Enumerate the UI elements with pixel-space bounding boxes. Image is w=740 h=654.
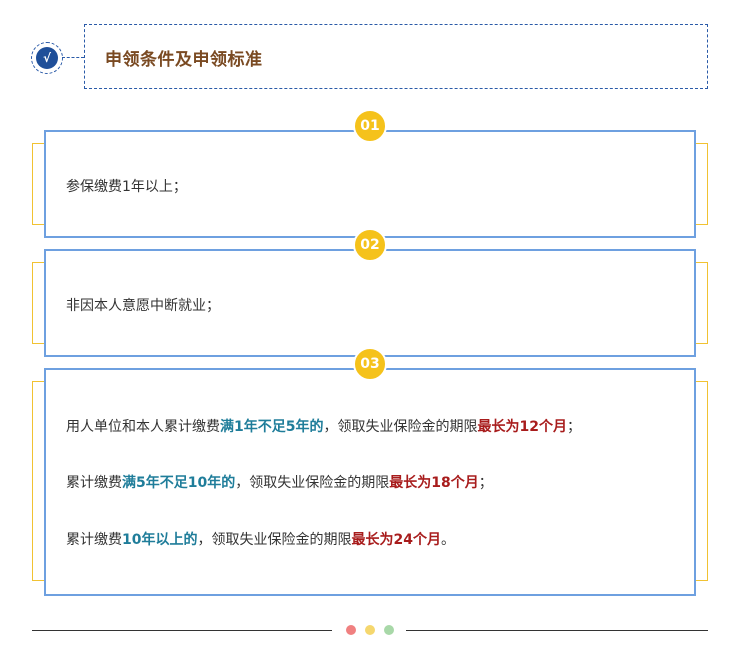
step-badge-3: 03: [353, 347, 387, 381]
bracket-left-1: [32, 143, 44, 225]
standard-line-2: 累计缴费满5年不足10年的，领取失业保险金的期限最长为18个月；: [66, 472, 493, 492]
line-text: ，领取失业保险金的期限: [323, 419, 478, 435]
line-punct: 。: [440, 532, 455, 548]
footer-dot-red: [346, 625, 356, 635]
bracket-right-1: [696, 143, 708, 225]
bracket-left-2: [32, 262, 44, 344]
check-icon: √: [36, 47, 58, 69]
check-badge: √: [31, 42, 63, 74]
footer-divider-right: [406, 630, 708, 631]
step-badge-1: 01: [353, 109, 387, 143]
line-text: 用人单位和本人累计缴费: [66, 419, 220, 435]
line-text: ，领取失业保险金的期限: [197, 532, 352, 548]
bracket-right-2: [696, 262, 708, 344]
highlight-duration: 满1年不足5年的: [220, 419, 324, 435]
footer-dot-yellow: [365, 625, 375, 635]
condition-card-1: 参保缴费1年以上；: [44, 130, 696, 238]
header-box: 申领条件及申领标准: [84, 24, 708, 89]
condition-card-2: 非因本人意愿中断就业；: [44, 249, 696, 357]
condition-text-1: 参保缴费1年以上；: [66, 179, 187, 195]
bracket-right-3: [696, 381, 708, 581]
highlight-max-period: 最长为24个月: [351, 532, 441, 548]
line-text: 累计缴费: [66, 475, 122, 491]
step-badge-2: 02: [353, 228, 387, 262]
header-connector: [62, 57, 84, 58]
highlight-duration: 10年以上的: [122, 532, 198, 548]
standard-line-1: 用人单位和本人累计缴费满1年不足5年的，领取失业保险金的期限最长为12个月；: [66, 416, 581, 436]
line-text: ，领取失业保险金的期限: [235, 475, 390, 491]
standard-line-3: 累计缴费10年以上的，领取失业保险金的期限最长为24个月。: [66, 529, 455, 549]
line-text: 累计缴费: [66, 532, 122, 548]
highlight-max-period: 最长为18个月: [389, 475, 479, 491]
condition-card-3: 用人单位和本人累计缴费满1年不足5年的，领取失业保险金的期限最长为12个月； 累…: [44, 368, 696, 596]
footer-divider-left: [32, 630, 332, 631]
highlight-max-period: 最长为12个月: [477, 419, 567, 435]
page-title: 申领条件及申领标准: [105, 50, 263, 70]
line-punct: ；: [566, 419, 581, 435]
line-punct: ；: [478, 475, 493, 491]
bracket-left-3: [32, 381, 44, 581]
highlight-duration: 满5年不足10年的: [122, 475, 236, 491]
condition-text-2: 非因本人意愿中断就业；: [66, 298, 220, 314]
footer-dot-green: [384, 625, 394, 635]
